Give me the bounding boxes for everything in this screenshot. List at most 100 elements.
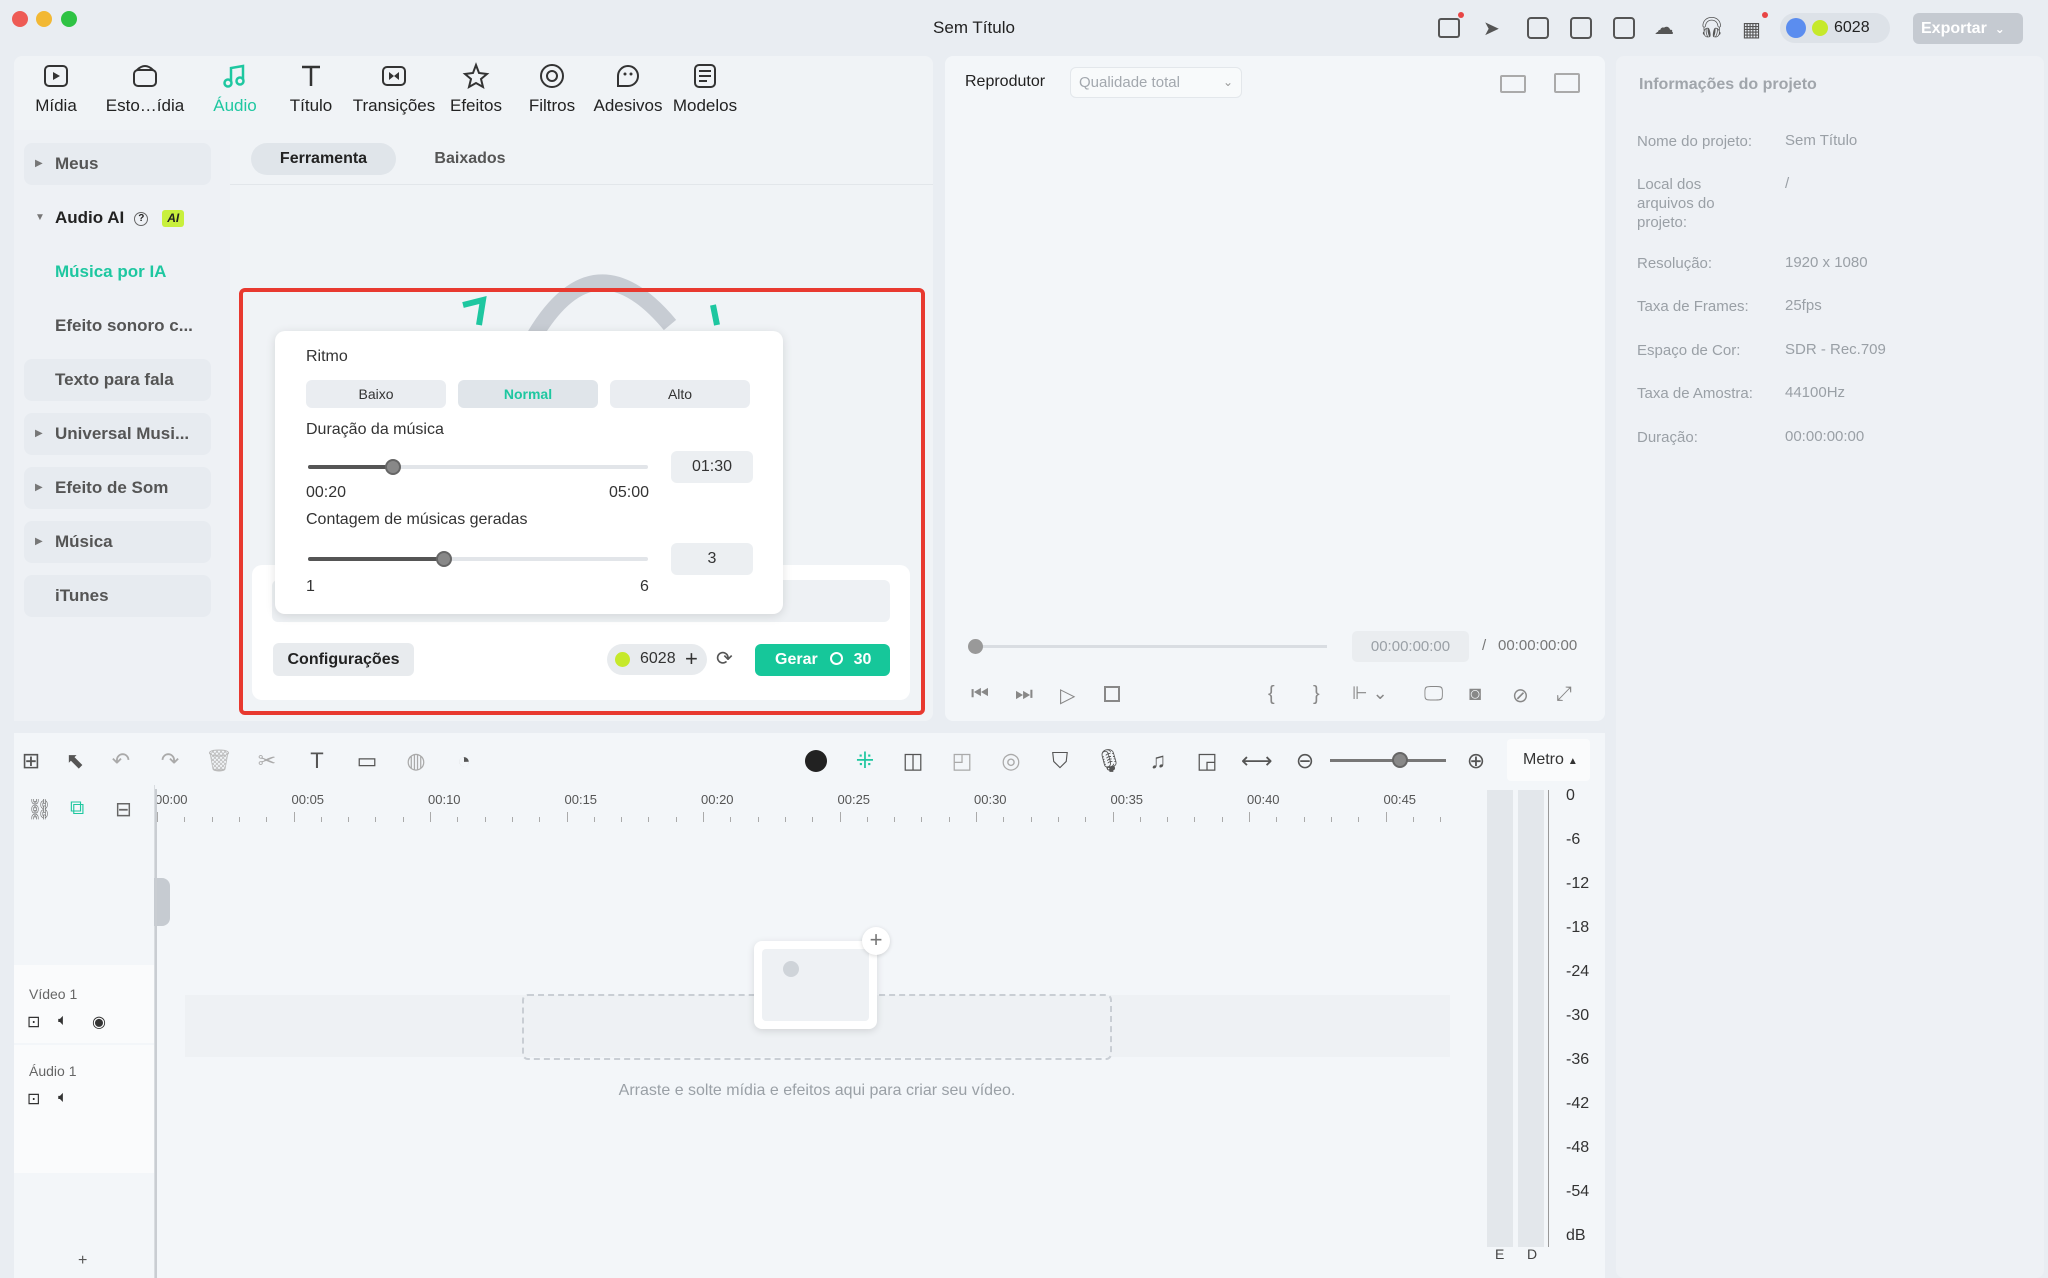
playback-icon[interactable]: ◎ <box>996 748 1026 774</box>
playhead-handle[interactable] <box>968 639 983 654</box>
duration-slider-handle[interactable] <box>385 459 401 475</box>
lock-icon[interactable]: ⊡ <box>27 1089 40 1109</box>
tab-filters[interactable]: Filtros <box>510 62 594 116</box>
crop-icon[interactable]: ▭ <box>352 748 382 774</box>
layout-icon[interactable] <box>1570 17 1592 39</box>
tab-stock-media[interactable]: Esto…ídia <box>103 62 187 116</box>
image-snapshot-icon[interactable] <box>1554 73 1580 93</box>
rhythm-option-baixo[interactable]: Baixo <box>306 380 446 408</box>
tab-effects[interactable]: Efeitos <box>434 62 518 116</box>
play-icon[interactable]: ▷ <box>1060 683 1075 708</box>
stop-icon[interactable] <box>1104 686 1120 702</box>
headset-icon[interactable]: 🎧︎ <box>1699 15 1724 40</box>
tab-ferramenta[interactable]: Ferramenta <box>251 143 396 175</box>
sidebar-item-audio-ai[interactable]: ▼ Audio AI? AI <box>24 197 211 239</box>
zoom-slider-handle[interactable] <box>1392 752 1408 768</box>
eye-icon[interactable]: ◉ <box>92 1012 106 1032</box>
sidebar-item-efeito-sonoro[interactable]: Efeito sonoro c... <box>24 305 211 347</box>
info-value-resolution: 1920 x 1080 <box>1785 254 1868 271</box>
gift-icon[interactable] <box>1438 18 1460 38</box>
quality-dropdown[interactable]: Qualidade total ⌄ <box>1070 67 1242 98</box>
count-slider-handle[interactable] <box>436 551 452 567</box>
grid-view-icon[interactable] <box>1500 75 1526 93</box>
zoom-slider-track[interactable] <box>1330 759 1446 762</box>
settings-button[interactable]: Configurações <box>273 643 414 676</box>
export-button[interactable]: Exportar ⌄ <box>1913 13 2023 44</box>
track-settings-icon[interactable]: ⊟ <box>115 797 132 822</box>
timeline-cursor[interactable] <box>155 789 157 1278</box>
cloud-upload-icon[interactable]: ☁ <box>1654 15 1674 40</box>
meter-dropdown[interactable]: Metro ▲ <box>1507 739 1590 781</box>
insert-menu-icon[interactable]: ⊩ ⌄ <box>1352 683 1388 704</box>
ai-tool-icon[interactable]: ◔ <box>449 748 479 774</box>
undo-icon[interactable]: ↶ <box>106 748 136 774</box>
fullscreen-icon[interactable]: ⤢ <box>1556 683 1572 706</box>
preview-render-icon[interactable]: ◲ <box>1192 748 1222 774</box>
rhythm-option-alto[interactable]: Alto <box>610 380 750 408</box>
feedback-icon[interactable] <box>1527 17 1549 39</box>
mark-in-icon[interactable]: { <box>1268 683 1275 706</box>
tab-stickers[interactable]: Adesivos <box>586 62 670 116</box>
speaker-icon[interactable]: 🔈︎ <box>58 1012 68 1030</box>
mute-preview-icon[interactable]: ⊘ <box>1512 683 1529 708</box>
unlink-icon[interactable]: ⛓ <box>27 797 52 822</box>
send-icon[interactable]: ➤ <box>1483 16 1500 41</box>
delete-icon[interactable]: 🗑︎ <box>204 748 234 774</box>
tab-label: Título <box>289 96 333 115</box>
layout-switch-icon[interactable]: ⊞ <box>16 748 46 774</box>
fit-timeline-icon[interactable]: ⟷ <box>1241 748 1273 774</box>
save-icon[interactable] <box>1613 17 1635 39</box>
mark-out-icon[interactable]: } <box>1313 683 1320 706</box>
speaker-icon[interactable]: 🔈︎ <box>58 1089 68 1107</box>
tab-templates[interactable]: Modelos <box>663 62 747 116</box>
info-key-duration: Duração: <box>1637 429 1698 446</box>
clip-speed-icon[interactable]: ◰ <box>947 748 977 774</box>
microphone-icon[interactable]: 🎙︎ <box>1094 748 1124 774</box>
sidebar-item-meus[interactable]: ▶ Meus <box>24 143 211 185</box>
zoom-in-icon[interactable]: ⊕ <box>1461 748 1491 774</box>
prev-frame-icon[interactable]: ⏮ <box>971 683 989 706</box>
monitor-icon[interactable]: 🖵︎ <box>1424 683 1443 706</box>
tab-audio[interactable]: Áudio <box>193 62 277 116</box>
help-icon[interactable]: ? <box>134 211 149 226</box>
duration-value[interactable]: 01:30 <box>671 451 753 483</box>
select-tool-icon[interactable]: ⬉ <box>60 748 90 774</box>
sidebar-item-musica[interactable]: ▶ Música <box>24 521 211 563</box>
next-frame-icon[interactable]: ⏭ <box>1015 683 1033 706</box>
tab-title[interactable]: Título <box>269 62 353 116</box>
camera-icon[interactable]: ◙ <box>1469 683 1481 706</box>
apps-grid-icon[interactable]: ▦ <box>1742 17 1761 42</box>
magnet-snap-icon[interactable]: ⁜ <box>850 748 880 774</box>
refresh-icon[interactable]: ⟳ <box>716 646 733 671</box>
tab-media[interactable]: Mídia <box>14 62 98 116</box>
account-pill[interactable]: 6028 <box>1780 13 1890 43</box>
tab-transitions[interactable]: Transições <box>352 62 436 116</box>
placeholder-image-icon <box>762 949 869 1021</box>
ai-assistant-icon[interactable] <box>805 750 827 772</box>
link-track-icon[interactable]: ⧉ <box>70 797 84 820</box>
sidebar-item-itunes[interactable]: iTunes <box>24 575 211 617</box>
tab-baixados[interactable]: Baixados <box>410 143 530 175</box>
count-value[interactable]: 3 <box>671 543 753 575</box>
text-tool-icon[interactable]: T <box>302 748 332 774</box>
auto-reframe-icon[interactable]: ◫ <box>898 748 928 774</box>
add-media-icon[interactable]: + <box>862 927 890 955</box>
zoom-out-icon[interactable]: ⊖ <box>1290 748 1320 774</box>
db-scale-label: -48 <box>1566 1139 1590 1156</box>
marker-icon[interactable]: ⛉ <box>1045 748 1075 774</box>
split-icon[interactable]: ✂ <box>252 748 282 774</box>
playback-progress-track[interactable] <box>974 645 1327 648</box>
sidebar-item-musica-ia[interactable]: Música por IA <box>24 251 211 293</box>
audio-mix-icon[interactable]: ♫ <box>1143 748 1173 774</box>
credits-pill[interactable]: 6028 + <box>607 644 707 675</box>
color-icon[interactable]: ◍ <box>401 748 431 774</box>
lock-icon[interactable]: ⊡ <box>27 1012 40 1032</box>
current-time[interactable]: 00:00:00:00 <box>1352 631 1469 662</box>
sidebar-item-texto-fala[interactable]: Texto para fala <box>24 359 211 401</box>
generate-button[interactable]: Gerar 30 <box>755 644 890 676</box>
sidebar-item-efeito-som[interactable]: ▶ Efeito de Som <box>24 467 211 509</box>
sidebar-item-universal-music[interactable]: ▶ Universal Musi... <box>24 413 211 455</box>
redo-icon[interactable]: ↷ <box>155 748 185 774</box>
add-track-icon[interactable]: + <box>78 1252 87 1270</box>
rhythm-option-normal[interactable]: Normal <box>458 380 598 408</box>
